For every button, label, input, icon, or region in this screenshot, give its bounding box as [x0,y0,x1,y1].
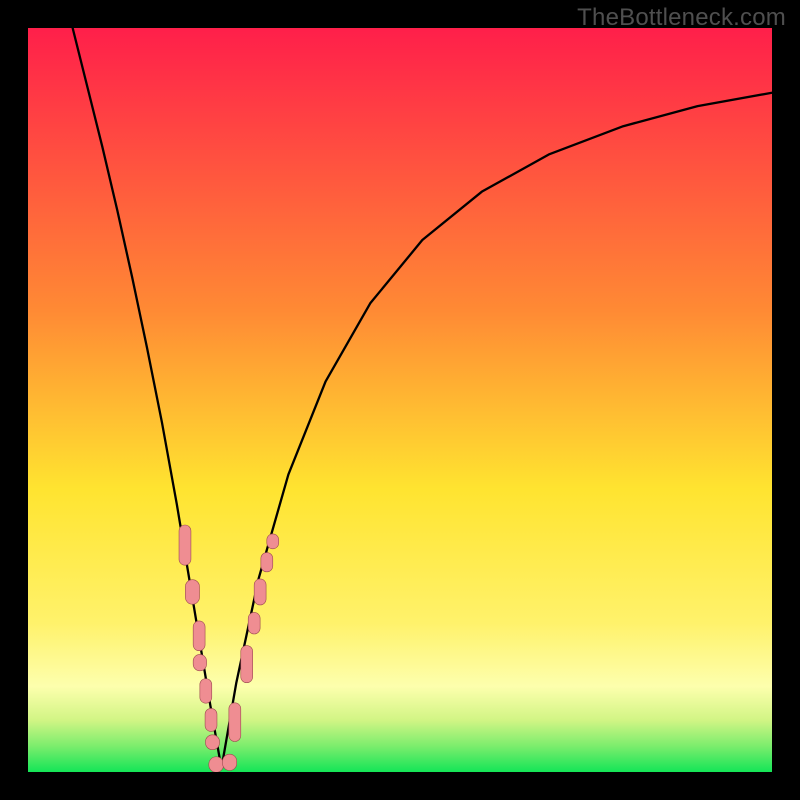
highlight-markers [179,525,279,772]
marker [223,754,237,770]
marker [200,679,212,704]
marker [261,553,273,572]
marker [185,580,199,605]
chart-container: TheBottleneck.com [0,0,800,800]
marker [241,646,253,683]
marker [267,534,279,549]
curve-layer [28,28,772,772]
marker [193,621,205,651]
right-branch-curve [221,93,772,769]
marker [193,654,206,670]
marker [229,703,241,742]
marker [254,579,266,605]
plot-area [28,28,772,772]
marker [179,525,191,565]
watermark-text: TheBottleneck.com [577,4,786,32]
marker [248,612,260,634]
marker [205,708,217,731]
marker [209,757,224,772]
marker [205,735,219,750]
